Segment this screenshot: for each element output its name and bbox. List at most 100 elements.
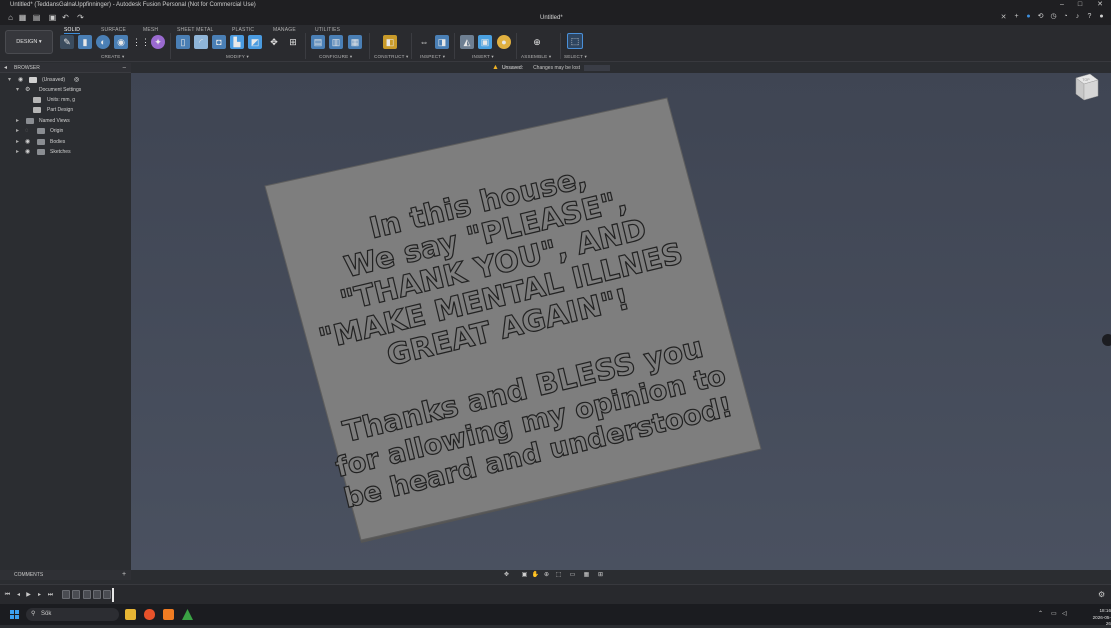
taskbar-search[interactable]: ⚲ Sök xyxy=(26,608,119,621)
measure-icon[interactable]: ⇔ xyxy=(417,35,431,49)
new-tab-icon[interactable]: + xyxy=(1012,12,1021,22)
tree-item-bodies[interactable]: ▸ ◉ Bodies xyxy=(16,137,126,147)
eye-icon[interactable]: ◉ xyxy=(18,75,26,85)
shell-icon[interactable]: ◘ xyxy=(212,35,226,49)
viewports-icon[interactable]: ⊞ xyxy=(596,570,605,580)
close-tab-icon[interactable]: ✕ xyxy=(999,12,1008,23)
extensions-icon[interactable]: ⟲ xyxy=(1036,12,1045,22)
new-component-icon[interactable]: ⊕ xyxy=(530,35,544,49)
insert-canvas-icon[interactable]: ▣ xyxy=(478,35,492,49)
tab-surface[interactable]: SURFACE xyxy=(101,27,126,33)
align-icon[interactable]: ⊞ xyxy=(286,35,300,49)
maximize-button[interactable]: □ xyxy=(1069,0,1091,10)
bell-icon[interactable]: ♪ xyxy=(1073,12,1082,22)
eye-icon[interactable]: ◉ xyxy=(25,137,33,147)
pin-icon[interactable]: ◂ xyxy=(4,63,7,73)
active-radio-icon[interactable]: ◎ xyxy=(74,75,82,85)
tree-item-sketches[interactable]: ▸ ◉ Sketches xyxy=(16,147,126,157)
insert-derive-icon[interactable]: ◭ xyxy=(460,35,474,49)
workspace-switcher-button[interactable]: DESIGN ▾ xyxy=(5,30,53,54)
brave-browser-icon[interactable] xyxy=(144,609,155,620)
press-pull-icon[interactable]: ▯ xyxy=(176,35,190,49)
notifications-icon[interactable]: ◔ xyxy=(1061,12,1070,22)
assemble-group-label[interactable]: ASSEMBLE ▾ xyxy=(521,54,551,60)
tree-item-named-views[interactable]: ▸ Named Views xyxy=(16,116,126,126)
modify-group-label[interactable]: MODIFY ▾ xyxy=(226,54,249,60)
pattern-icon[interactable]: ⋮⋮ xyxy=(132,35,150,49)
network-icon[interactable]: ▭ xyxy=(1051,609,1057,620)
move-icon[interactable]: ✥ xyxy=(267,35,281,49)
undo-icon[interactable]: ↶ xyxy=(61,13,70,22)
fillet-icon[interactable]: ◜ xyxy=(194,35,208,49)
timeline-feature[interactable] xyxy=(83,590,91,599)
tree-root[interactable]: ▾ ◉ (Unsaved) ◎ xyxy=(8,75,128,85)
revolve-icon[interactable]: ◐ xyxy=(96,35,110,49)
section-analysis-icon[interactable]: ◨ xyxy=(435,35,449,49)
combine-icon[interactable]: ▙ xyxy=(230,35,244,49)
redo-icon[interactable]: ↷ xyxy=(76,13,85,22)
windows-start-icon[interactable] xyxy=(10,610,19,619)
tab-solid[interactable]: SOLID xyxy=(64,27,81,34)
step-forward-icon[interactable]: ▸ xyxy=(36,591,43,599)
document-tab[interactable]: Untitled* xyxy=(534,12,569,24)
account-avatar-icon[interactable]: ● xyxy=(1097,12,1106,22)
go-to-start-icon[interactable]: ⏮ xyxy=(4,591,11,599)
home-icon[interactable]: ⌂ xyxy=(6,13,15,22)
configure-theme-icon[interactable]: ▦ xyxy=(348,35,362,49)
pan-icon[interactable]: ✋ xyxy=(531,570,540,580)
configure-rule-icon[interactable]: ▥ xyxy=(329,35,343,49)
zoom-icon[interactable]: ⊕ xyxy=(542,570,551,580)
configure-table-icon[interactable]: ▤ xyxy=(311,35,325,49)
chevron-down-icon[interactable]: ▾ xyxy=(16,85,22,95)
help-icon[interactable]: ? xyxy=(1085,12,1094,22)
viewcube[interactable]: TOP xyxy=(1072,72,1100,102)
fit-icon[interactable]: ⬚ xyxy=(554,570,563,580)
window-select-icon[interactable]: ⬚ xyxy=(567,33,583,49)
close-window-button[interactable]: ✕ xyxy=(1089,0,1111,10)
data-panel-grid-icon[interactable]: ▦ xyxy=(18,13,27,22)
file-explorer-icon[interactable] xyxy=(125,609,136,620)
fusion-app-icon[interactable] xyxy=(163,609,174,620)
online-status-icon[interactable]: ● xyxy=(1024,12,1033,22)
file-menu-icon[interactable]: ▤ xyxy=(32,13,41,22)
timeline-feature[interactable] xyxy=(93,590,101,599)
save-icon[interactable]: ▣ xyxy=(48,13,57,22)
tree-item-units[interactable]: Units: mm, g xyxy=(33,95,123,105)
orbit-icon[interactable]: ✥ xyxy=(502,570,511,580)
tab-sheet-metal[interactable]: SHEET METAL xyxy=(177,27,213,33)
chevron-right-icon[interactable]: ▸ xyxy=(16,147,22,157)
gear-icon[interactable]: ⚙ xyxy=(1098,590,1105,599)
tab-manage[interactable]: MANAGE xyxy=(273,27,296,33)
add-comment-icon[interactable]: + xyxy=(122,570,126,580)
tab-utilities[interactable]: UTILITIES xyxy=(315,27,340,33)
tray-overflow-icon[interactable]: ⌃ xyxy=(1038,609,1043,620)
look-at-icon[interactable]: ▣ xyxy=(520,570,529,580)
collapse-panel-icon[interactable]: – xyxy=(123,63,126,73)
form-icon[interactable]: ✦ xyxy=(151,35,165,49)
tree-item-part-design[interactable]: Part Design xyxy=(33,105,123,115)
chevron-right-icon[interactable]: ▸ xyxy=(16,126,22,136)
create-group-label[interactable]: CREATE ▾ xyxy=(101,54,124,60)
construct-group-label[interactable]: CONSTRUCT ▾ xyxy=(374,54,409,60)
job-status-icon[interactable]: ◷ xyxy=(1049,12,1058,22)
tab-mesh[interactable]: MESH xyxy=(143,27,158,33)
tree-item-origin[interactable]: ▸ ◌ Origin xyxy=(16,126,126,136)
split-icon[interactable]: ◩ xyxy=(248,35,262,49)
display-settings-icon[interactable]: ▭ xyxy=(568,570,577,580)
inspect-group-label[interactable]: INSPECT ▾ xyxy=(420,54,445,60)
chevron-right-icon[interactable]: ▸ xyxy=(16,116,22,126)
eye-icon[interactable]: ◉ xyxy=(25,147,33,157)
hole-icon[interactable]: ◉ xyxy=(114,35,128,49)
tab-plastic[interactable]: PLASTIC xyxy=(232,27,254,33)
configure-group-label[interactable]: CONFIGURE ▾ xyxy=(319,54,352,60)
chevron-down-icon[interactable]: ▾ xyxy=(8,75,14,85)
step-back-icon[interactable]: ◂ xyxy=(15,591,22,599)
insert-group-label[interactable]: INSERT ▾ xyxy=(472,54,494,60)
go-to-end-icon[interactable]: ⏭ xyxy=(47,591,54,599)
grid-settings-icon[interactable]: ▦ xyxy=(582,570,591,580)
canvas-viewport[interactable]: In this house, We say "PLEASE", "THANK Y… xyxy=(131,73,1111,570)
select-group-label[interactable]: SELECT ▾ xyxy=(564,54,587,60)
tree-item-document-settings[interactable]: ▾ ⚙ Document Settings xyxy=(16,85,126,95)
timeline-marker[interactable] xyxy=(112,588,114,602)
create-sketch-icon[interactable]: ✎ xyxy=(60,35,74,49)
